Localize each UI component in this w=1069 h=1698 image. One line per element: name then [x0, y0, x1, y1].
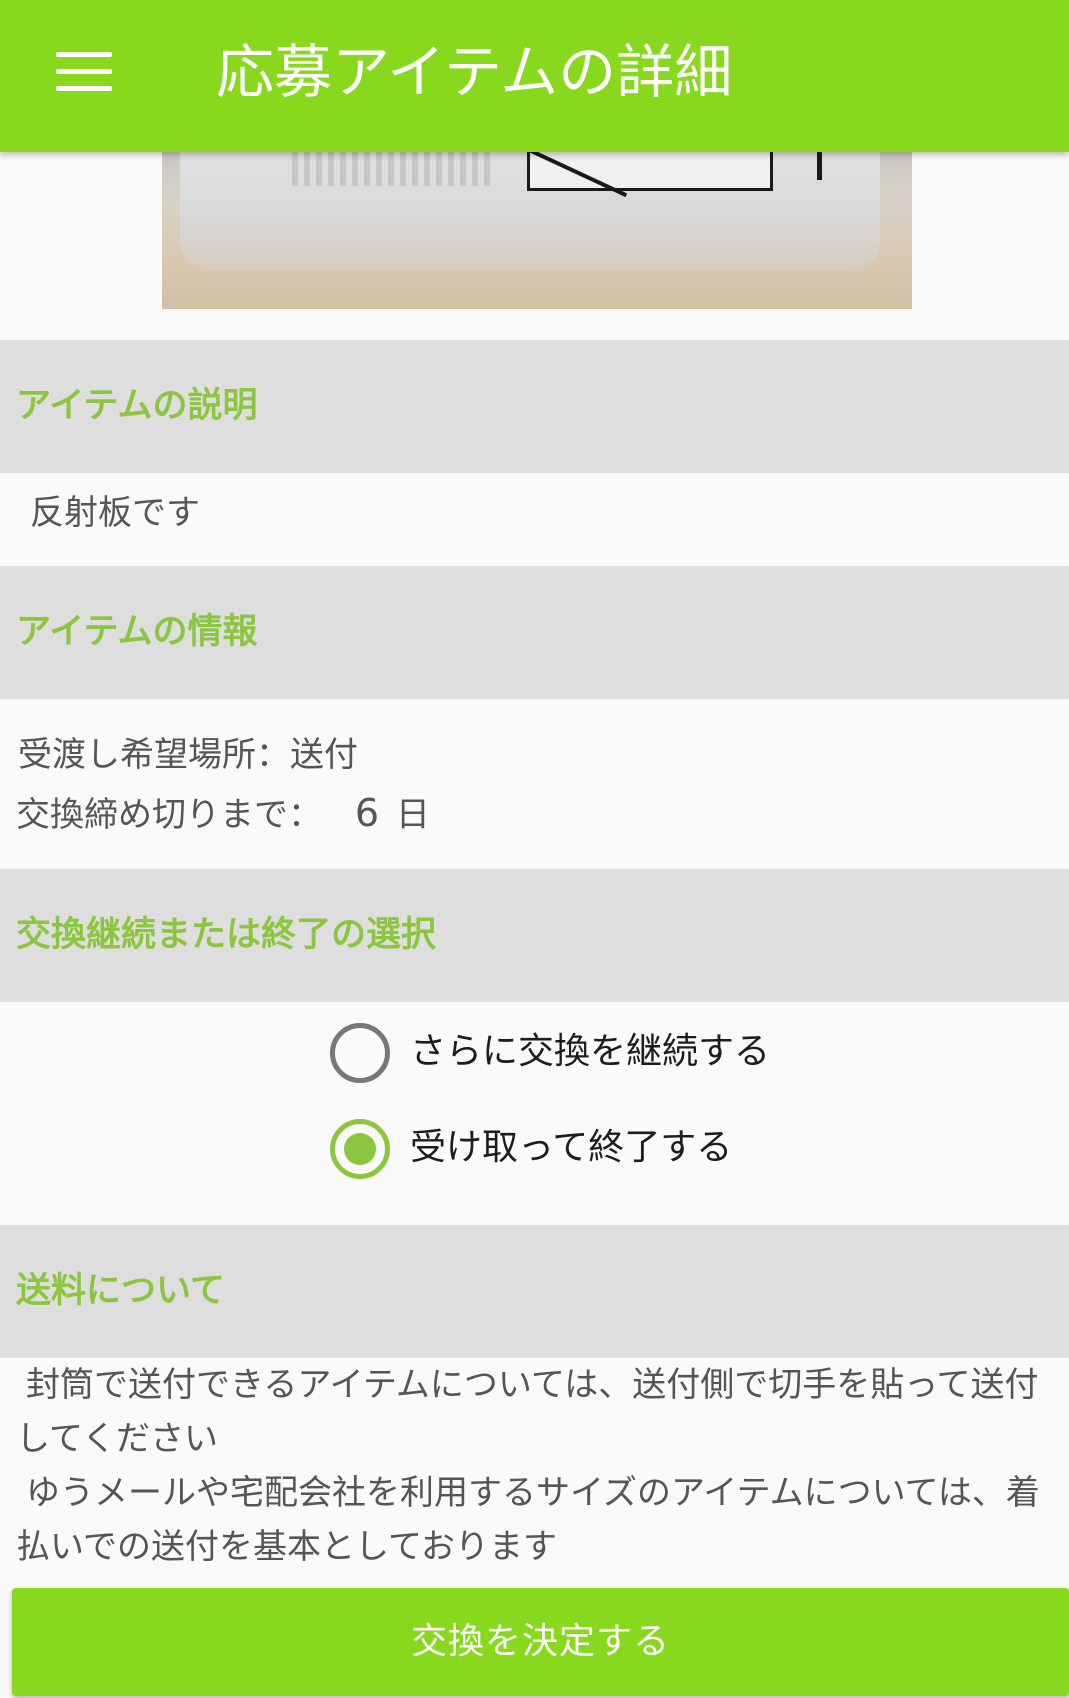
item-photo-printed-text [292, 146, 492, 186]
section-header-info: アイテムの情報 [0, 566, 1069, 699]
section-header-shipping: 送料について [0, 1225, 1069, 1358]
page: 応募アイテムの詳細 アイテムの説明 反射板です アイテムの情報 受渡し希望場所：… [0, 0, 1069, 1698]
hamburger-menu-icon[interactable] [40, 36, 128, 108]
radio-label-finish: 受け取って終了する [410, 1127, 733, 1168]
item-description-text: 反射板です [30, 493, 200, 533]
confirm-exchange-button[interactable]: 交換を決定する [12, 1588, 1069, 1696]
section-header-description: アイテムの説明 [0, 340, 1069, 473]
section-title-choice: 交換継続または終了の選択 [16, 915, 437, 955]
section-title-shipping: 送料について [16, 1271, 225, 1311]
item-photo [162, 140, 912, 309]
confirm-exchange-label: 交換を決定する [410, 1621, 670, 1662]
radio-unchecked-icon [330, 1023, 390, 1083]
section-header-choice: 交換継続または終了の選択 [0, 869, 1069, 1002]
deadline-label: 交換締め切りまで： [16, 795, 322, 835]
deadline-unit: 日 [395, 795, 430, 835]
radio-label-continue: さらに交換を継続する [410, 1031, 771, 1072]
section-title-info: アイテムの情報 [16, 612, 258, 652]
shipping-info-text: 封筒で送付できるアイテムについては、送付側で切手を貼って送付してください ゆうメ… [16, 1358, 1061, 1574]
radio-selected-dot [344, 1133, 376, 1165]
handover-location: 受渡し希望場所：送付 [18, 735, 358, 775]
app-bar: 応募アイテムの詳細 [0, 0, 1069, 152]
page-title: 応募アイテムの詳細 [216, 38, 733, 106]
shipping-paragraph-cod: ゆうメールや宅配会社を利用するサイズのアイテムについては、着払いでの送付を基本と… [16, 1473, 1040, 1567]
exchange-deadline: 交換締め切りまで： 6 日 [16, 791, 430, 837]
deadline-value: 6 [354, 791, 379, 835]
section-title-description: アイテムの説明 [16, 386, 258, 426]
shipping-paragraph-envelope: 封筒で送付できるアイテムについては、送付側で切手を貼って送付してください [16, 1365, 1039, 1459]
